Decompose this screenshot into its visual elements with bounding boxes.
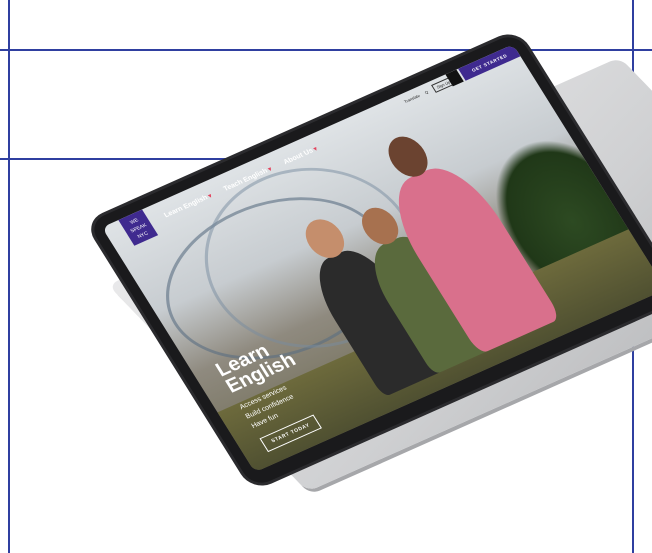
get-started-button[interactable]: GET STARTED	[458, 44, 521, 81]
search-icon[interactable]: Q	[424, 89, 430, 95]
nav-about-us[interactable]: About Us	[282, 146, 318, 166]
person-head	[380, 130, 436, 183]
laptop: WE SPEAK NYC Learn English Teach English…	[0, 0, 652, 553]
site-logo[interactable]: WE SPEAK NYC	[118, 209, 159, 246]
utility-bar: Translate Q Sign Up	[402, 76, 456, 106]
translate-link[interactable]: Translate	[403, 93, 421, 104]
nav-teach-english[interactable]: Teach English	[222, 166, 273, 193]
nav-learn-english[interactable]: Learn English	[163, 192, 213, 219]
